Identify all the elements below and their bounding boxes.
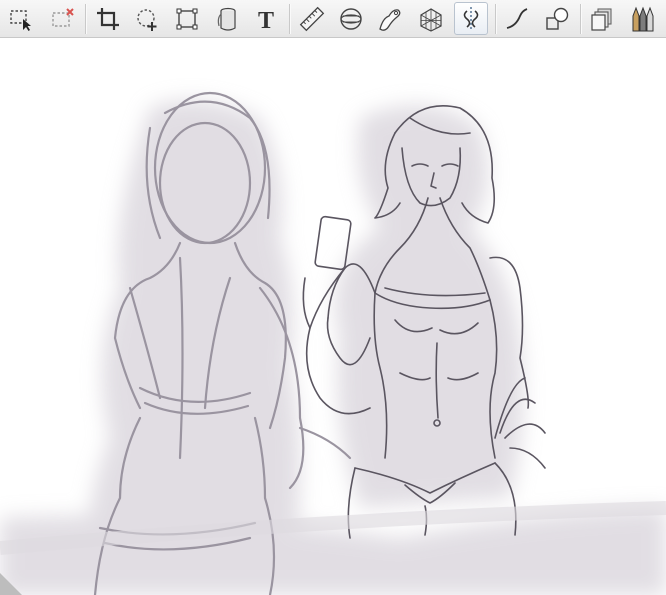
- crop-icon: [97, 7, 119, 30]
- french-curve-tool[interactable]: [373, 2, 407, 35]
- layers-tool[interactable]: [585, 2, 619, 35]
- canvas-corner-marker: [0, 573, 22, 595]
- toolbar: T: [0, 0, 666, 38]
- symmetry-icon: [463, 6, 479, 31]
- ellipse-guide-icon: [340, 7, 362, 30]
- shape-tool[interactable]: [540, 2, 574, 35]
- paint-bucket-icon: [217, 7, 236, 31]
- ruler-icon: [299, 6, 325, 31]
- perspective-guide-tool[interactable]: [414, 2, 448, 35]
- crop-tool[interactable]: [91, 2, 125, 35]
- sketch-artwork: [0, 91, 666, 595]
- text-tool[interactable]: T: [249, 2, 283, 35]
- layers-icon: [591, 7, 612, 31]
- drawing-canvas[interactable]: [0, 38, 666, 595]
- ellipse-guide-tool[interactable]: [334, 2, 368, 35]
- svg-text:T: T: [258, 8, 274, 32]
- brush-library-icon: [632, 6, 654, 31]
- lasso-transform-tool[interactable]: [131, 2, 165, 35]
- selection-arrow-icon: [10, 9, 31, 31]
- ruler-tool[interactable]: [295, 2, 329, 35]
- transform-box-icon: [176, 8, 198, 29]
- french-curve-icon: [379, 8, 401, 31]
- toolbar-separator: [289, 4, 291, 34]
- shape-icon: [546, 7, 569, 30]
- curve-stroke-tool[interactable]: [500, 2, 534, 35]
- toolbar-separator: [495, 4, 497, 34]
- fill-tool[interactable]: [209, 2, 243, 35]
- rectangular-selection-tool[interactable]: [4, 2, 38, 35]
- symmetry-tool[interactable]: [454, 2, 488, 35]
- transform-tool[interactable]: [170, 2, 204, 35]
- text-icon: T: [258, 8, 274, 32]
- brush-library-tool[interactable]: [625, 2, 659, 35]
- toolbar-separator: [580, 4, 582, 34]
- toolbar-separator: [85, 4, 87, 34]
- clear-selection-tool[interactable]: [45, 2, 79, 35]
- curve-stroke-icon: [506, 7, 528, 29]
- lasso-plus-icon: [137, 8, 157, 31]
- selection-clear-icon: [52, 7, 74, 27]
- perspective-grid-icon: [420, 7, 442, 32]
